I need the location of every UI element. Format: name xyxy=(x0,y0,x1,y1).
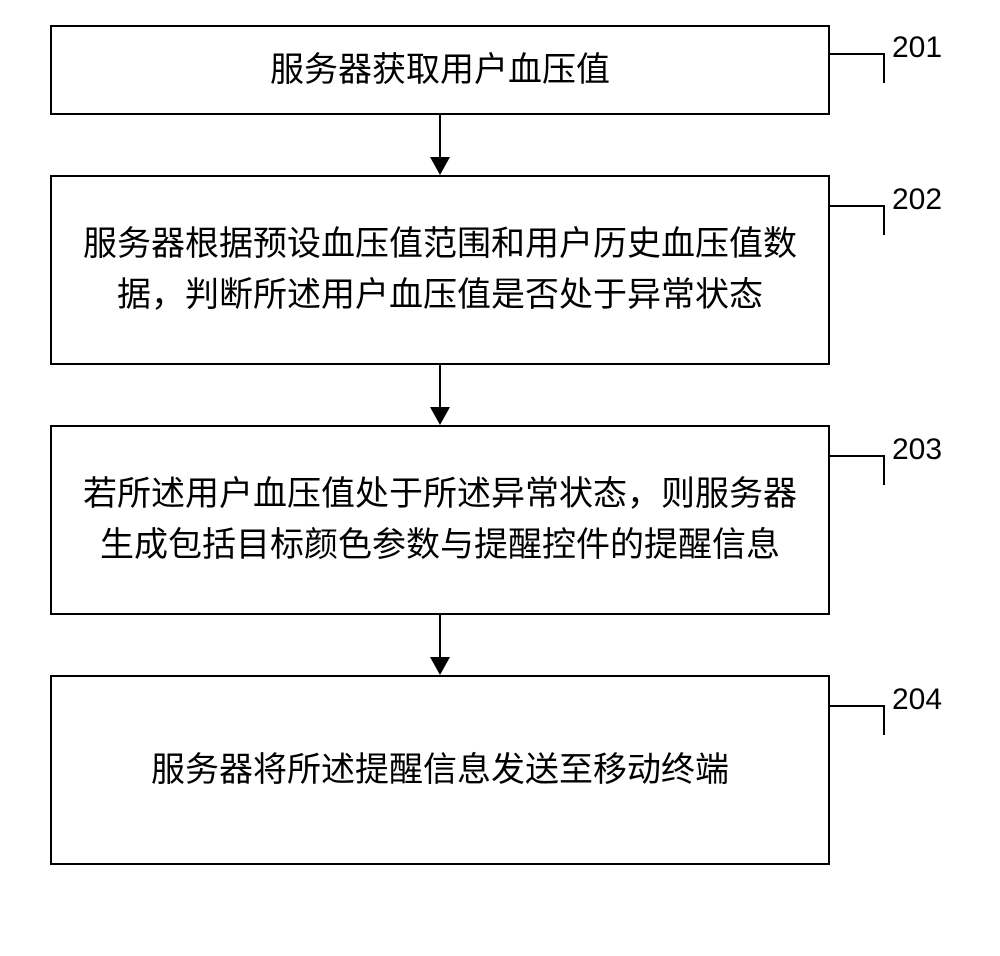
step-202-id: 202 xyxy=(892,183,942,217)
step-202-container: 服务器根据预设血压值范围和用户历史血压值数据，判断所述用户血压值是否处于异常状态… xyxy=(50,175,950,365)
step-204-id: 204 xyxy=(892,683,942,717)
arrow-line xyxy=(439,365,441,407)
label-line xyxy=(830,205,885,235)
label-line xyxy=(830,705,885,735)
step-201-text: 服务器获取用户血压值 xyxy=(270,45,610,96)
arrow-head-icon xyxy=(430,157,450,175)
step-201-container: 服务器获取用户血压值 201 xyxy=(50,25,950,115)
step-203-text: 若所述用户血压值处于所述异常状态，则服务器生成包括目标颜色参数与提醒控件的提醒信… xyxy=(82,469,798,571)
step-202-box: 服务器根据预设血压值范围和用户历史血压值数据，判断所述用户血压值是否处于异常状态 xyxy=(50,175,830,365)
step-201-box: 服务器获取用户血压值 xyxy=(50,25,830,115)
flowchart-container: 服务器获取用户血压值 201 服务器根据预设血压值范围和用户历史血压值数据，判断… xyxy=(50,25,950,865)
arrow-line xyxy=(439,615,441,657)
step-203-container: 若所述用户血压值处于所述异常状态，则服务器生成包括目标颜色参数与提醒控件的提醒信… xyxy=(50,425,950,615)
step-203-box: 若所述用户血压值处于所述异常状态，则服务器生成包括目标颜色参数与提醒控件的提醒信… xyxy=(50,425,830,615)
arrow-head-icon xyxy=(430,407,450,425)
step-204-container: 服务器将所述提醒信息发送至移动终端 204 xyxy=(50,675,950,865)
step-203-id: 203 xyxy=(892,433,942,467)
arrow-1 xyxy=(430,115,450,175)
step-201-id: 201 xyxy=(892,31,942,65)
label-line xyxy=(830,455,885,485)
arrow-3 xyxy=(430,615,450,675)
arrow-2 xyxy=(430,365,450,425)
arrow-line xyxy=(439,115,441,157)
step-204-text: 服务器将所述提醒信息发送至移动终端 xyxy=(151,745,729,796)
arrow-head-icon xyxy=(430,657,450,675)
step-202-text: 服务器根据预设血压值范围和用户历史血压值数据，判断所述用户血压值是否处于异常状态 xyxy=(82,219,798,321)
label-line xyxy=(830,53,885,83)
step-204-box: 服务器将所述提醒信息发送至移动终端 xyxy=(50,675,830,865)
